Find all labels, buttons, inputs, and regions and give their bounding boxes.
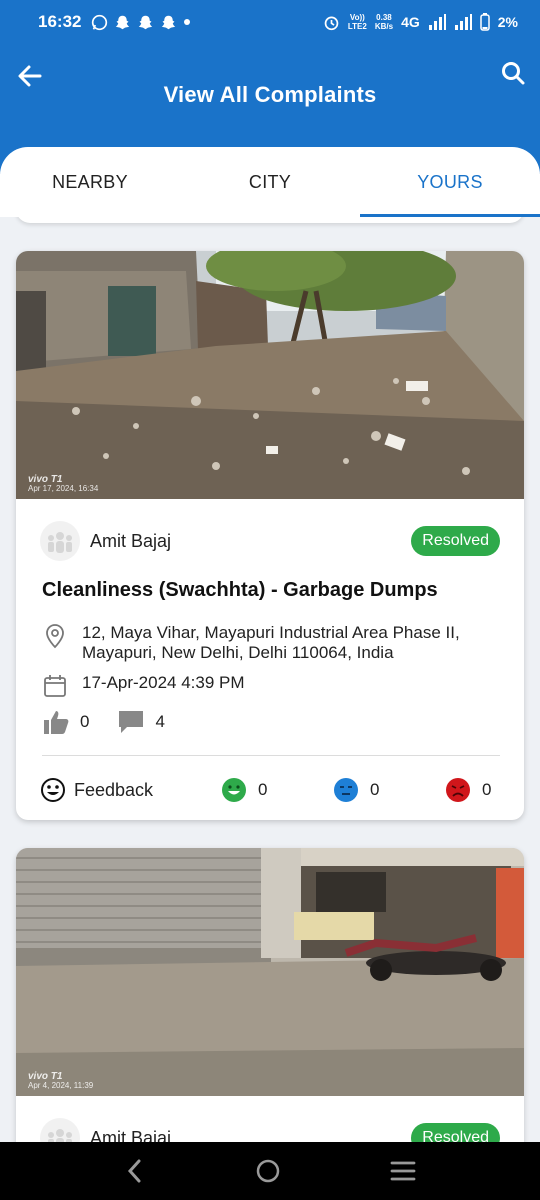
user-name: Amit Bajaj [90,1127,172,1143]
thumbs-up-icon[interactable] [42,709,70,735]
complaint-photo[interactable]: vivo T1 Apr 4, 2024, 11:39 [16,848,524,1096]
likes-count: 0 [80,712,90,731]
avatar [40,1118,80,1142]
sad-face-icon[interactable] [446,778,470,802]
neutral-count: 0 [370,780,380,799]
address-row: 12, Maya Vihar, Mayapuri Industrial Area… [42,623,492,663]
date-row: 17-Apr-2024 4:39 PM [42,673,245,699]
smiley-outline-icon[interactable] [40,777,66,803]
stats-row: 0 4 [42,709,193,735]
signal-icon [454,14,472,30]
feedback-label[interactable]: Feedback [74,780,153,801]
group-people-icon [48,532,72,553]
back-nav-icon[interactable] [124,1158,146,1184]
snapchat-icon [139,15,153,29]
complaint-card[interactable]: vivo T1 Apr 4, 2024, 11:39 Amit Bajaj Re… [16,848,524,1142]
tab-nearby[interactable]: NEARBY [0,147,180,217]
complaints-list[interactable]: vivo T1 Apr 17, 2024, 16:34 Amit Bajaj R… [0,217,540,1142]
snapchat-icon [162,15,176,29]
neutral-face-icon[interactable] [334,778,358,802]
happy-face-icon[interactable] [222,778,246,802]
photo-watermark: vivo T1 Apr 17, 2024, 16:34 [28,474,99,494]
comments-count: 4 [155,712,165,731]
status-bar: 16:32 Vo)) LTE2 0.38 KB/s 4G 2% [0,0,540,44]
tab-yours[interactable]: YOURS [360,147,540,217]
home-nav-icon[interactable] [255,1158,281,1184]
avatar [40,521,80,561]
page-title: View All Complaints [163,82,377,107]
complaint-photo[interactable]: vivo T1 Apr 17, 2024, 16:34 [16,251,524,499]
shop-street-photo [16,848,524,1096]
signal-icon [428,14,446,30]
system-nav-bar [0,1142,540,1200]
location-pin-icon [46,624,64,649]
comment-icon[interactable] [117,709,145,735]
notification-icons [91,14,191,31]
menu-nav-icon[interactable] [390,1160,416,1182]
address-text: 12, Maya Vihar, Mayapuri Industrial Area… [82,623,460,662]
status-right: Vo)) LTE2 0.38 KB/s 4G 2% [323,13,518,31]
battery-level: 2% [497,14,518,30]
user-name: Amit Bajaj [90,530,172,551]
whatsapp-icon [92,14,108,30]
dot-icon [184,19,191,25]
tab-bar: NEARBY CITY YOURS [0,147,540,217]
user-row: Amit Bajaj Resolved [40,1118,500,1142]
complaint-card[interactable]: vivo T1 Apr 17, 2024, 16:34 Amit Bajaj R… [16,251,524,820]
date-text: 17-Apr-2024 4:39 PM [82,673,245,692]
network-type: 4G [401,14,420,30]
user-row: Amit Bajaj Resolved [40,521,500,561]
snapchat-icon [116,15,130,29]
happy-count: 0 [258,780,268,799]
battery-icon [480,13,490,31]
complaint-title[interactable]: Cleanliness (Swachhta) - Garbage Dumps [42,579,438,602]
feedback-row: Feedback 0 0 0 [40,777,500,803]
group-people-icon [48,1129,72,1142]
reaction-sad[interactable]: 0 [446,778,491,802]
tab-city[interactable]: CITY [180,147,360,217]
reaction-neutral[interactable]: 0 [334,778,379,802]
garbage-street-photo [16,251,524,499]
sad-count: 0 [482,780,492,799]
alarm-icon [324,16,339,30]
volte-indicator: Vo)) LTE2 [347,13,367,31]
reaction-happy[interactable]: 0 [222,778,267,802]
search-icon[interactable] [500,60,526,86]
calendar-icon [44,675,66,697]
status-badge: Resolved [411,526,500,556]
previous-card-edge [16,217,524,223]
status-time: 16:32 [38,12,82,31]
status-badge: Resolved [411,1123,500,1142]
divider [42,755,500,756]
speed-indicator: 0.38 KB/s [374,13,394,31]
photo-watermark: vivo T1 Apr 4, 2024, 11:39 [28,1071,94,1091]
